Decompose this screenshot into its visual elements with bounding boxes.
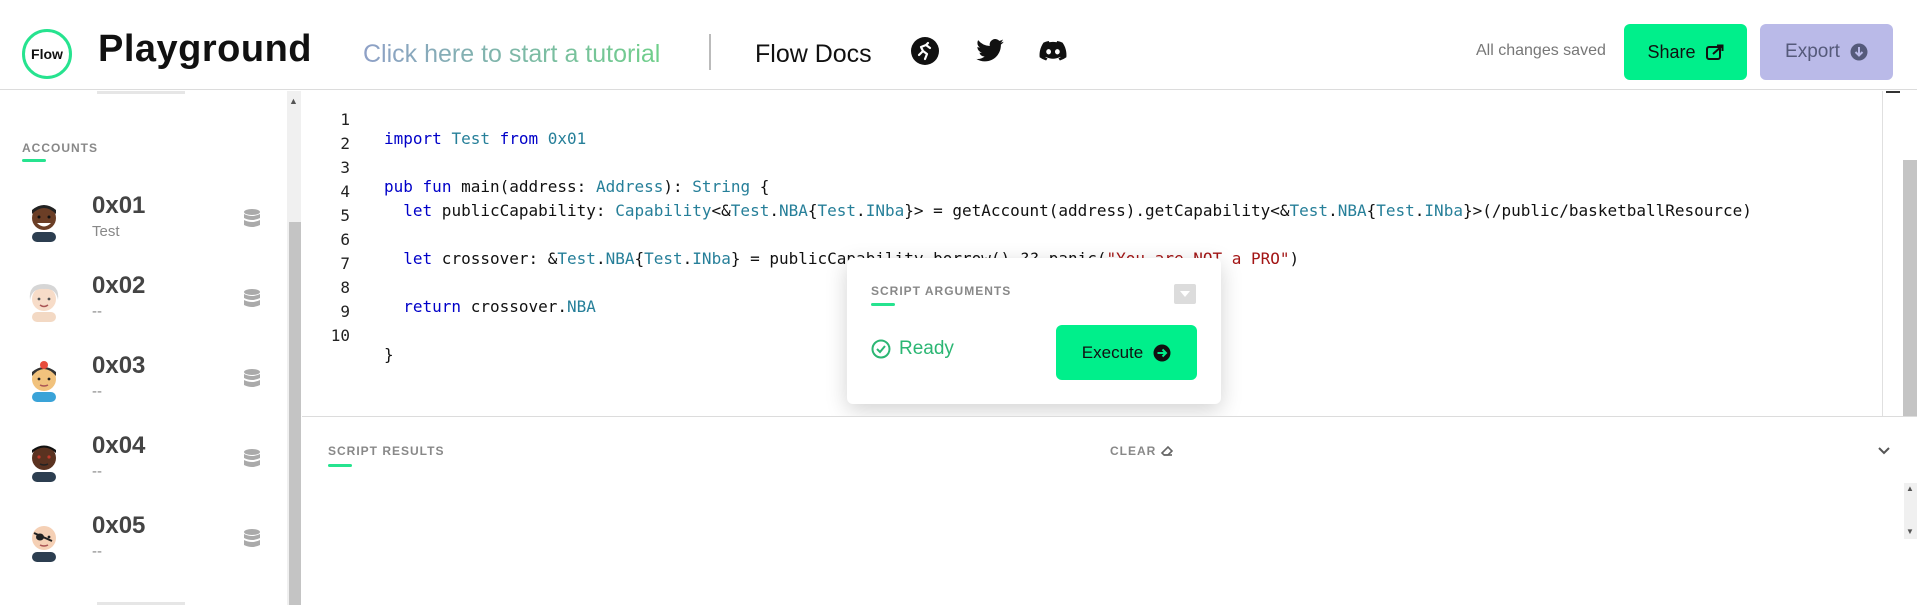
chevron-down-icon[interactable] — [1876, 443, 1892, 459]
check-circle-icon — [871, 339, 891, 359]
share-label: Share — [1647, 41, 1696, 62]
code-text: import Test from 0x01 — [384, 129, 587, 148]
flow-runner-icon[interactable] — [910, 36, 940, 66]
top-header: Flow Playground Click here to start a tu… — [0, 0, 1917, 90]
avatar — [32, 445, 56, 482]
flow-docs-link[interactable]: Flow Docs — [755, 40, 872, 69]
database-icon[interactable] — [243, 288, 261, 310]
code-line: 9 — [302, 283, 350, 321]
twitter-icon[interactable] — [975, 36, 1005, 66]
editor-scroll-marker — [1886, 91, 1900, 93]
save-status: All changes saved — [1476, 42, 1606, 59]
account-address: 0x01 — [92, 192, 146, 219]
code-line: 5 — [302, 187, 350, 225]
account-address: 0x04 — [92, 432, 146, 459]
account-subtitle: Test — [92, 223, 120, 240]
account-subtitle: -- — [92, 303, 102, 320]
share-button[interactable]: Share — [1624, 24, 1747, 80]
page-title: Playground — [98, 28, 313, 70]
header-divider — [709, 34, 711, 70]
code-line: 2 — [302, 115, 350, 153]
code-line: 10 } — [302, 307, 394, 364]
avatar — [32, 205, 56, 242]
export-label: Export — [1785, 41, 1840, 62]
accounts-heading: ACCOUNTS — [22, 141, 98, 155]
scroll-down-icon[interactable]: ▼ — [1906, 527, 1914, 536]
execute-label: Execute — [1081, 342, 1144, 362]
script-arguments-underline — [871, 303, 895, 306]
account-item-0x04[interactable]: 0x04 -- — [0, 424, 287, 496]
database-icon[interactable] — [243, 528, 261, 550]
arrow-right-circle-icon — [1153, 344, 1171, 361]
collapse-button[interactable] — [1174, 284, 1196, 304]
clear-button[interactable]: CLEAR — [1110, 444, 1174, 458]
scroll-up-icon[interactable]: ▲ — [1906, 484, 1914, 493]
accounts-heading-underline — [22, 159, 46, 162]
database-icon[interactable] — [243, 368, 261, 390]
account-item-0x01[interactable]: 0x01 Test — [0, 184, 287, 256]
code-line: 3 pub fun main(address: Address): String… — [302, 139, 769, 196]
account-address: 0x02 — [92, 272, 146, 299]
database-icon[interactable] — [243, 448, 261, 470]
chevron-down-icon — [1180, 291, 1190, 297]
tutorial-link[interactable]: Click here to start a tutorial — [363, 40, 660, 69]
avatar — [32, 361, 56, 402]
code-text: return crossover.NBA — [403, 297, 596, 316]
export-button[interactable]: Export — [1760, 24, 1893, 80]
logo-text: Flow — [31, 46, 63, 62]
script-results-panel: SCRIPT RESULTS CLEAR ▲ ▼ — [302, 416, 1917, 605]
code-text: pub fun main(address: Address): String { — [384, 177, 770, 196]
code-line: 4 let publicCapability: Capability<&Test… — [302, 163, 1752, 220]
code-line: 8 return crossover.NBA — [302, 259, 596, 316]
status-text: Ready — [899, 338, 954, 359]
editor-scrollbar-thumb[interactable] — [1903, 160, 1917, 416]
database-icon[interactable] — [243, 208, 261, 230]
execute-button[interactable]: Execute — [1056, 325, 1197, 380]
download-icon — [1850, 43, 1868, 61]
eraser-icon — [1161, 445, 1174, 456]
script-results-heading: SCRIPT RESULTS — [328, 444, 445, 458]
account-subtitle: -- — [92, 383, 102, 400]
share-icon — [1705, 44, 1724, 60]
sidebar-scrollbar-thumb[interactable] — [289, 222, 301, 605]
account-item-0x05[interactable]: 0x05 -- — [0, 504, 287, 576]
code-text: } — [384, 345, 394, 364]
account-address: 0x05 — [92, 512, 146, 539]
line-number: 10 — [330, 326, 350, 345]
script-results-underline — [328, 464, 352, 467]
code-line: 6 let crossover: &Test.NBA{Test.INba} = … — [302, 211, 1299, 268]
results-scrollbar[interactable]: ▲ ▼ — [1904, 483, 1917, 539]
code-text: let publicCapability: Capability<&Test.N… — [403, 201, 1752, 220]
account-subtitle: -- — [92, 463, 102, 480]
account-subtitle: -- — [92, 543, 102, 560]
code-line: 7 — [302, 235, 350, 273]
script-arguments-panel: SCRIPT ARGUMENTS Ready Execute — [847, 258, 1221, 404]
avatar — [29, 284, 59, 322]
discord-icon[interactable] — [1038, 36, 1068, 66]
sidebar-scroll-up-icon[interactable]: ▲ — [289, 96, 298, 106]
script-arguments-heading: SCRIPT ARGUMENTS — [871, 284, 1012, 298]
account-address: 0x03 — [92, 352, 146, 379]
status-indicator: Ready — [871, 338, 954, 360]
accounts-sidebar: ACCOUNTS 0x01 Test 0x02 -- 0x03 -- 0x04 … — [0, 91, 289, 605]
clear-label: CLEAR — [1110, 444, 1157, 458]
account-item-0x02[interactable]: 0x02 -- — [0, 264, 287, 336]
avatar — [32, 526, 56, 562]
account-item-0x03[interactable]: 0x03 -- — [0, 344, 287, 416]
sidebar-top-separator — [97, 91, 185, 94]
code-line: 1 import Test from 0x01 — [302, 91, 586, 148]
flow-logo[interactable]: Flow — [22, 29, 72, 79]
